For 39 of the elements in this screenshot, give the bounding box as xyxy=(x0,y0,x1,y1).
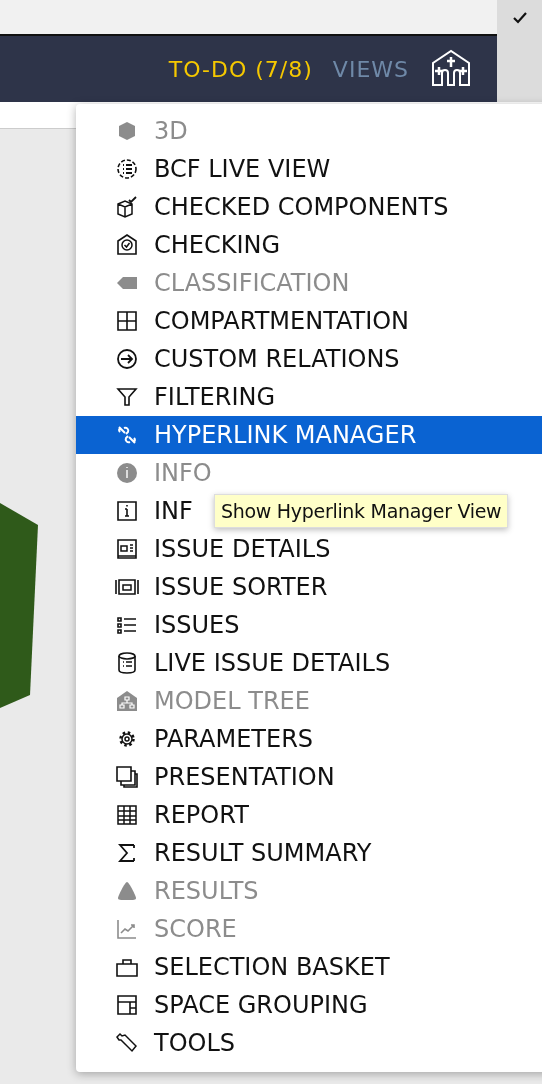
check-icon xyxy=(512,12,527,24)
menu-item[interactable]: ISSUE DETAILS xyxy=(76,530,337,568)
menu-item[interactable]: ISSUES xyxy=(76,606,246,644)
tooltip: Show Hyperlink Manager View xyxy=(214,494,509,528)
house-arrows-icon[interactable] xyxy=(429,49,473,89)
menu-item[interactable]: PARAMETERS xyxy=(76,720,320,758)
menu-item[interactable]: ISSUE SORTER xyxy=(76,568,334,606)
menu-item[interactable]: INF xyxy=(76,492,199,530)
menu-item[interactable]: RESULT SUMMARY xyxy=(76,834,378,872)
menu-item[interactable]: TOOLS xyxy=(76,1024,242,1062)
funnel-icon xyxy=(115,385,139,409)
menu-item[interactable]: SPACE GROUPING xyxy=(76,986,374,1024)
menu-item[interactable]: BCF LIVE VIEW xyxy=(76,150,337,188)
arrow-circle-icon xyxy=(115,347,139,371)
menu-item[interactable]: LIVE ISSUE DETAILS xyxy=(76,644,397,682)
menu-item[interactable]: CHECKED COMPONENTS xyxy=(76,188,455,226)
menu-item[interactable]: SELECTION BASKET xyxy=(76,948,396,986)
info-icon xyxy=(115,499,139,523)
menu-item[interactable]: FILTERING xyxy=(76,378,282,416)
list-cycle-icon xyxy=(115,157,139,181)
table-icon xyxy=(115,803,139,827)
line-chart-icon xyxy=(115,917,139,941)
grid-icon xyxy=(115,309,139,333)
menu-item[interactable]: PRESENTATION xyxy=(76,758,341,796)
info-circle-icon xyxy=(115,461,139,485)
card-icon xyxy=(115,537,139,561)
badge-check-icon xyxy=(115,233,139,257)
stacked-pages-icon xyxy=(115,765,139,789)
menu-item[interactable]: CHECKING xyxy=(76,226,287,264)
layout-icon xyxy=(115,993,139,1017)
cylinder-icon xyxy=(115,651,139,675)
todo-count[interactable]: TO-DO (7/8) xyxy=(168,56,313,82)
triangle-icon xyxy=(115,879,139,903)
hierarchy-icon xyxy=(115,689,139,713)
menu-item[interactable]: CUSTOM RELATIONS xyxy=(76,340,406,378)
menu-item[interactable]: REPORT xyxy=(76,796,255,834)
menu-item[interactable]: COMPARTMENTATION xyxy=(76,302,416,340)
menu-item[interactable]: HYPERLINK MANAGER xyxy=(76,416,542,454)
box-check-icon xyxy=(115,195,139,219)
